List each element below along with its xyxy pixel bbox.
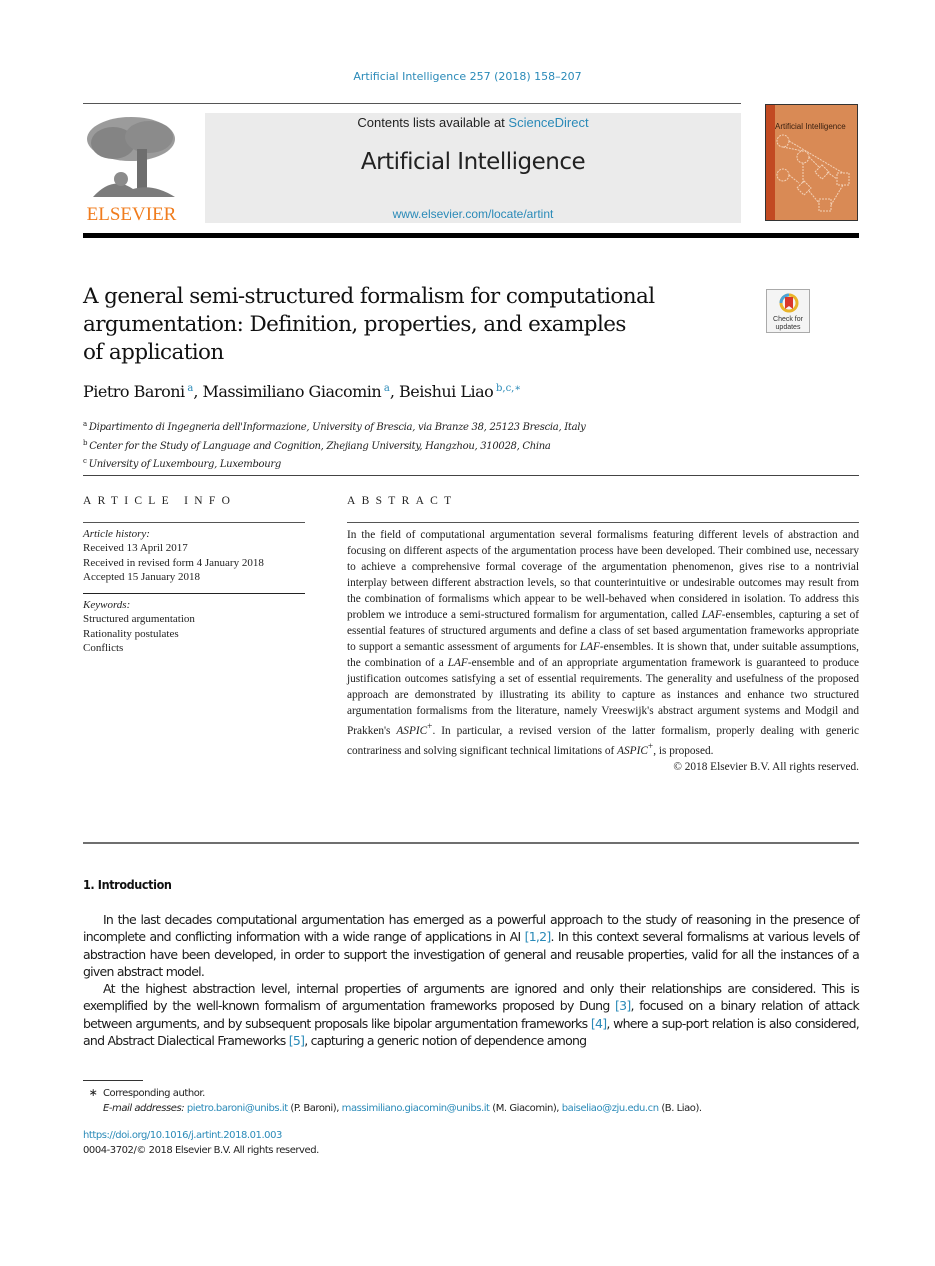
abstract-copyright: © 2018 Elsevier B.V. All rights reserved… — [673, 760, 859, 773]
email-link[interactable]: pietro.baroni@unibs.it — [187, 1103, 288, 1114]
article-history-label: Article history: — [83, 528, 150, 540]
history-entry: Received 13 April 2017 — [83, 542, 188, 555]
doi-link[interactable]: https://doi.org/10.1016/j.artint.2018.01… — [83, 1129, 319, 1144]
abstract-body: In the field of computational argumentat… — [347, 527, 859, 775]
abstract-heading: ABSTRACT — [347, 495, 458, 507]
keywords-label: Keywords: — [83, 599, 131, 611]
abstract-text: In the field of computational argumentat… — [347, 529, 860, 757]
journal-url-link[interactable]: www.elsevier.com/locate/artint — [205, 207, 741, 221]
affiliation-link[interactable]: b,c,∗ — [496, 383, 521, 394]
header-rule — [83, 103, 741, 104]
affiliation-mark: a — [83, 420, 87, 428]
title-line: argumentation: Definition, properties, a… — [83, 312, 626, 337]
email-addresses: E-mail addresses: pietro.baroni@unibs.it… — [103, 1102, 702, 1114]
check-for-updates-button[interactable]: Check for updates — [766, 289, 810, 333]
abstract-end-rule — [83, 842, 859, 844]
bookmark-ring-icon — [779, 293, 799, 313]
cover-strip — [766, 105, 775, 220]
footnotes: ∗ Corresponding author. E-mail addresses:… — [83, 1086, 859, 1116]
citation-link[interactable]: [5] — [289, 1033, 305, 1048]
citation-link[interactable]: [3] — [615, 998, 631, 1013]
journal-masthead: Contents lists available at ScienceDirec… — [205, 113, 741, 223]
elsevier-logo[interactable]: ELSEVIER — [83, 113, 180, 225]
author-list: Pietro Baroni a, Massimiliano Giacomin a… — [83, 382, 522, 401]
article-info-heading: ARTICLE INFO — [83, 495, 237, 507]
paragraph: At the highest abstraction level, intern… — [83, 981, 860, 1049]
running-head[interactable]: Artificial Intelligence 257 (2018) 158–2… — [0, 70, 935, 83]
author-name: Massimiliano Giacomin — [202, 382, 382, 401]
cover-title: Artificial Intelligence — [775, 122, 846, 131]
keywords-rule — [83, 593, 305, 594]
title-line: A general semi-structured formalism for … — [83, 284, 655, 309]
introduction-body: In the last decades computational argume… — [83, 911, 860, 1049]
asterisk-mark: ∗ — [88, 1086, 98, 1099]
corresponding-author-note: ∗ Corresponding author. — [83, 1086, 859, 1102]
email-link[interactable]: baiseliao@zju.edu.cn — [562, 1103, 659, 1114]
keywords: Keywords: Structured argumentation Ratio… — [83, 598, 305, 655]
citation-link[interactable]: [1,2] — [525, 929, 552, 944]
paper-title: A general semi-structured formalism for … — [83, 283, 723, 367]
article-info-rule — [83, 522, 305, 523]
check-for-updates-label: Check for updates — [767, 316, 809, 331]
affiliation-link[interactable]: a — [187, 383, 193, 394]
citation-link[interactable]: [4] — [591, 1016, 607, 1031]
affiliation-mark: c — [83, 457, 87, 465]
affiliation-mark: b — [83, 438, 88, 447]
section-heading-introduction: 1. Introduction — [83, 877, 172, 892]
affiliations: a Dipartimento di Ingegneria dell'Informa… — [83, 417, 586, 473]
journal-title: Artificial Intelligence — [360, 149, 586, 175]
publisher-name: ELSEVIER — [86, 204, 177, 225]
email-link[interactable]: massimiliano.giacomin@unibs.it — [342, 1103, 490, 1114]
crossmark-line2: updates — [775, 323, 801, 331]
author-name: Pietro Baroni — [83, 382, 185, 401]
crossmark-line1: Check for — [773, 316, 803, 323]
sciencedirect-link[interactable]: ScienceDirect — [508, 115, 588, 130]
journal-cover-image[interactable]: Artificial Intelligence — [765, 104, 858, 221]
title-line: of application — [83, 340, 224, 365]
affiliation-link[interactable]: a — [384, 383, 390, 394]
contents-prefix: Contents lists available at — [357, 115, 509, 130]
tree-icon — [87, 117, 175, 197]
affiliation: c University of Luxembourg, Luxembourg — [83, 454, 586, 473]
history-entry: Received in revised form 4 January 2018 — [83, 556, 264, 569]
section-rule — [83, 475, 859, 476]
keyword: Structured argumentation — [83, 613, 195, 626]
keyword: Conflicts — [83, 641, 124, 654]
abstract-rule — [347, 522, 859, 523]
affiliation-text: Dipartimento di Ingegneria dell'Informaz… — [88, 422, 586, 433]
doi-block: https://doi.org/10.1016/j.artint.2018.01… — [83, 1129, 319, 1158]
contents-line: Contents lists available at ScienceDirec… — [205, 115, 741, 130]
affiliation: a Dipartimento di Ingegneria dell'Informa… — [83, 417, 586, 436]
article-history: Article history: Received 13 April 2017 … — [83, 527, 305, 584]
masthead-thick-rule — [83, 233, 859, 238]
affiliation-text: University of Luxembourg, Luxembourg — [88, 459, 282, 470]
cover-diagram-icon — [776, 134, 850, 212]
affiliation-text: Center for the Study of Language and Cog… — [89, 440, 551, 452]
footnote-rule — [83, 1080, 143, 1081]
author-name: Beishui Liao — [399, 382, 494, 401]
history-entry: Accepted 15 January 2018 — [83, 570, 200, 583]
issn-copyright: 0004-3702/© 2018 Elsevier B.V. All right… — [83, 1144, 319, 1156]
affiliation: b Center for the Study of Language and Co… — [83, 436, 586, 455]
paragraph: In the last decades computational argume… — [83, 912, 860, 979]
keyword: Rationality postulates — [83, 627, 179, 640]
